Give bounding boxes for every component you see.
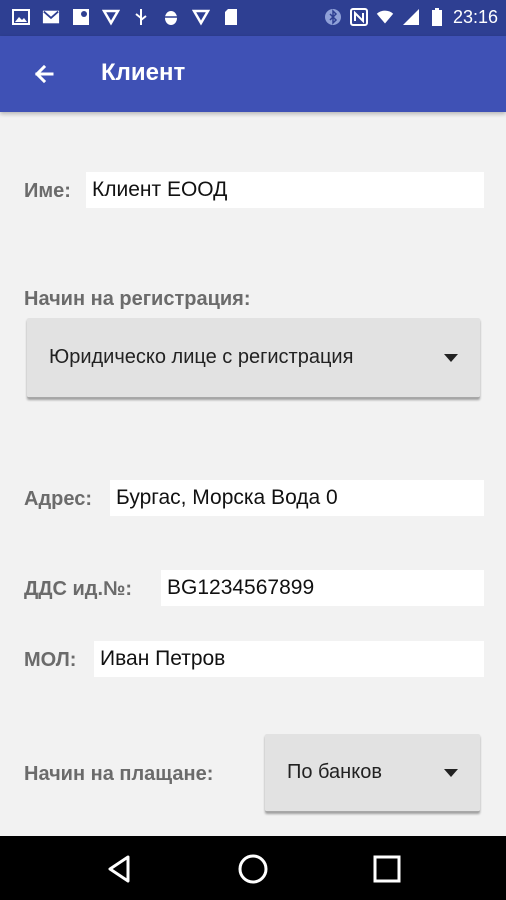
address-field[interactable]: Бургас, Морска Вода 0: [110, 480, 484, 516]
vat-field[interactable]: BG1234567899: [161, 570, 484, 606]
maps-icon: [72, 8, 90, 26]
bluetooth-icon: [324, 8, 342, 26]
sd-card-icon: [222, 8, 240, 26]
status-time: 23:16: [452, 7, 498, 27]
client-form: Име: Клиент ЕООД Начин на регистрация: Ю…: [0, 112, 506, 836]
nfc-icon: [350, 8, 368, 26]
android-debug-icon: [162, 8, 180, 26]
registration-dropdown[interactable]: Юридическо лице с регистрация: [27, 318, 480, 398]
notification-icons: [12, 8, 240, 26]
page-title: Клиент: [101, 59, 186, 86]
cloud-check-icon: [102, 8, 120, 26]
address-label: Адрес:: [24, 488, 92, 510]
app-bar: Клиент: [0, 36, 506, 112]
status-bar: 23:16: [0, 0, 506, 36]
payment-selected-value: По банков: [287, 761, 382, 783]
dropdown-arrow-icon: [444, 768, 458, 777]
mol-field[interactable]: Иван Петров: [94, 641, 484, 677]
dropdown-arrow-icon: [444, 353, 458, 362]
signal-icon: [402, 8, 420, 26]
back-arrow-icon[interactable]: [24, 54, 64, 94]
registration-selected-value: Юридическо лице с регистрация: [49, 346, 354, 368]
name-field[interactable]: Клиент ЕООД: [86, 172, 484, 208]
gmail-icon: [42, 8, 60, 26]
navigation-bar: [0, 836, 506, 900]
payment-dropdown[interactable]: По банков: [265, 734, 480, 812]
recents-square-icon[interactable]: [370, 852, 404, 886]
usb-icon: [132, 8, 150, 26]
image-icon: [12, 8, 30, 26]
name-label: Име:: [24, 180, 71, 202]
system-icons: [324, 8, 446, 26]
battery-icon: [428, 8, 446, 26]
wifi-icon: [376, 8, 394, 26]
registration-label: Начин на регистрация:: [24, 288, 251, 310]
payment-label: Начин на плащане:: [24, 763, 214, 785]
home-circle-icon[interactable]: [236, 852, 270, 886]
mol-label: МОЛ:: [24, 649, 77, 671]
cloud-check-icon: [192, 8, 210, 26]
vat-label: ДДС ид.№:: [24, 578, 132, 600]
back-triangle-icon[interactable]: [102, 852, 136, 886]
